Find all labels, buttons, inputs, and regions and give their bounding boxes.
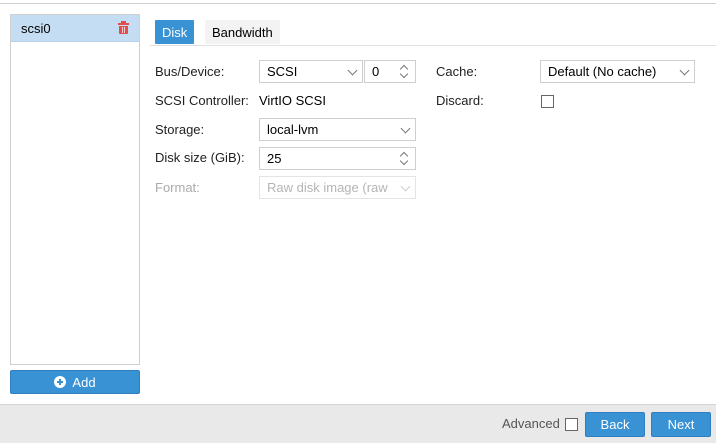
- tab-bar: Disk Bandwidth: [150, 14, 716, 46]
- device-number-stepper[interactable]: 0: [364, 60, 416, 83]
- storage-label: Storage:: [155, 122, 205, 137]
- advanced-checkbox[interactable]: [565, 418, 578, 431]
- format-select-value: Raw disk image (raw: [267, 180, 388, 195]
- format-label: Format:: [155, 180, 200, 195]
- chevron-down-icon: [679, 65, 690, 76]
- add-disk-button[interactable]: Add: [10, 370, 140, 394]
- discard-checkbox[interactable]: [541, 95, 554, 108]
- scsi-controller-value: VirtIO SCSI: [259, 93, 326, 108]
- chevron-down-icon: [400, 181, 411, 192]
- disk-list: scsi0: [10, 14, 140, 365]
- disk-size-stepper[interactable]: 25: [259, 147, 416, 170]
- storage-select-value: local-lvm: [267, 122, 319, 137]
- disk-list-item-scsi0[interactable]: scsi0: [11, 15, 139, 42]
- window-top-border: [0, 0, 716, 4]
- cache-label: Cache:: [436, 64, 478, 79]
- advanced-label: Advanced: [502, 416, 560, 431]
- add-button-label: Add: [72, 374, 96, 390]
- cache-select-value: Default (No cache): [548, 64, 657, 79]
- chevron-down-icon: [400, 123, 411, 134]
- bus-select[interactable]: SCSI: [259, 60, 363, 83]
- chevron-down-icon: [347, 65, 358, 76]
- device-number-value: 0: [372, 64, 380, 79]
- storage-select[interactable]: local-lvm: [259, 118, 416, 141]
- cache-select[interactable]: Default (No cache): [540, 60, 695, 83]
- back-button[interactable]: Back: [585, 412, 645, 437]
- trash-icon[interactable]: [118, 21, 129, 34]
- format-select: Raw disk image (raw: [259, 176, 416, 199]
- bus-device-label: Bus/Device:: [155, 64, 225, 79]
- spinner-icon[interactable]: [399, 150, 410, 167]
- next-button[interactable]: Next: [651, 412, 711, 437]
- tab-bandwidth[interactable]: Bandwidth: [205, 20, 280, 44]
- scsi-controller-label: SCSI Controller:: [155, 93, 249, 108]
- wizard-footer: Advanced Back Next: [0, 404, 716, 443]
- bus-select-value: SCSI: [267, 64, 298, 79]
- disk-size-label: Disk size (GiB):: [155, 150, 245, 165]
- disk-item-label: scsi0: [21, 20, 51, 36]
- discard-label: Discard:: [436, 93, 484, 108]
- plus-circle-icon: [54, 376, 67, 388]
- spinner-icon[interactable]: [399, 63, 410, 80]
- tab-disk[interactable]: Disk: [155, 20, 195, 44]
- disk-size-value: 25: [267, 151, 282, 166]
